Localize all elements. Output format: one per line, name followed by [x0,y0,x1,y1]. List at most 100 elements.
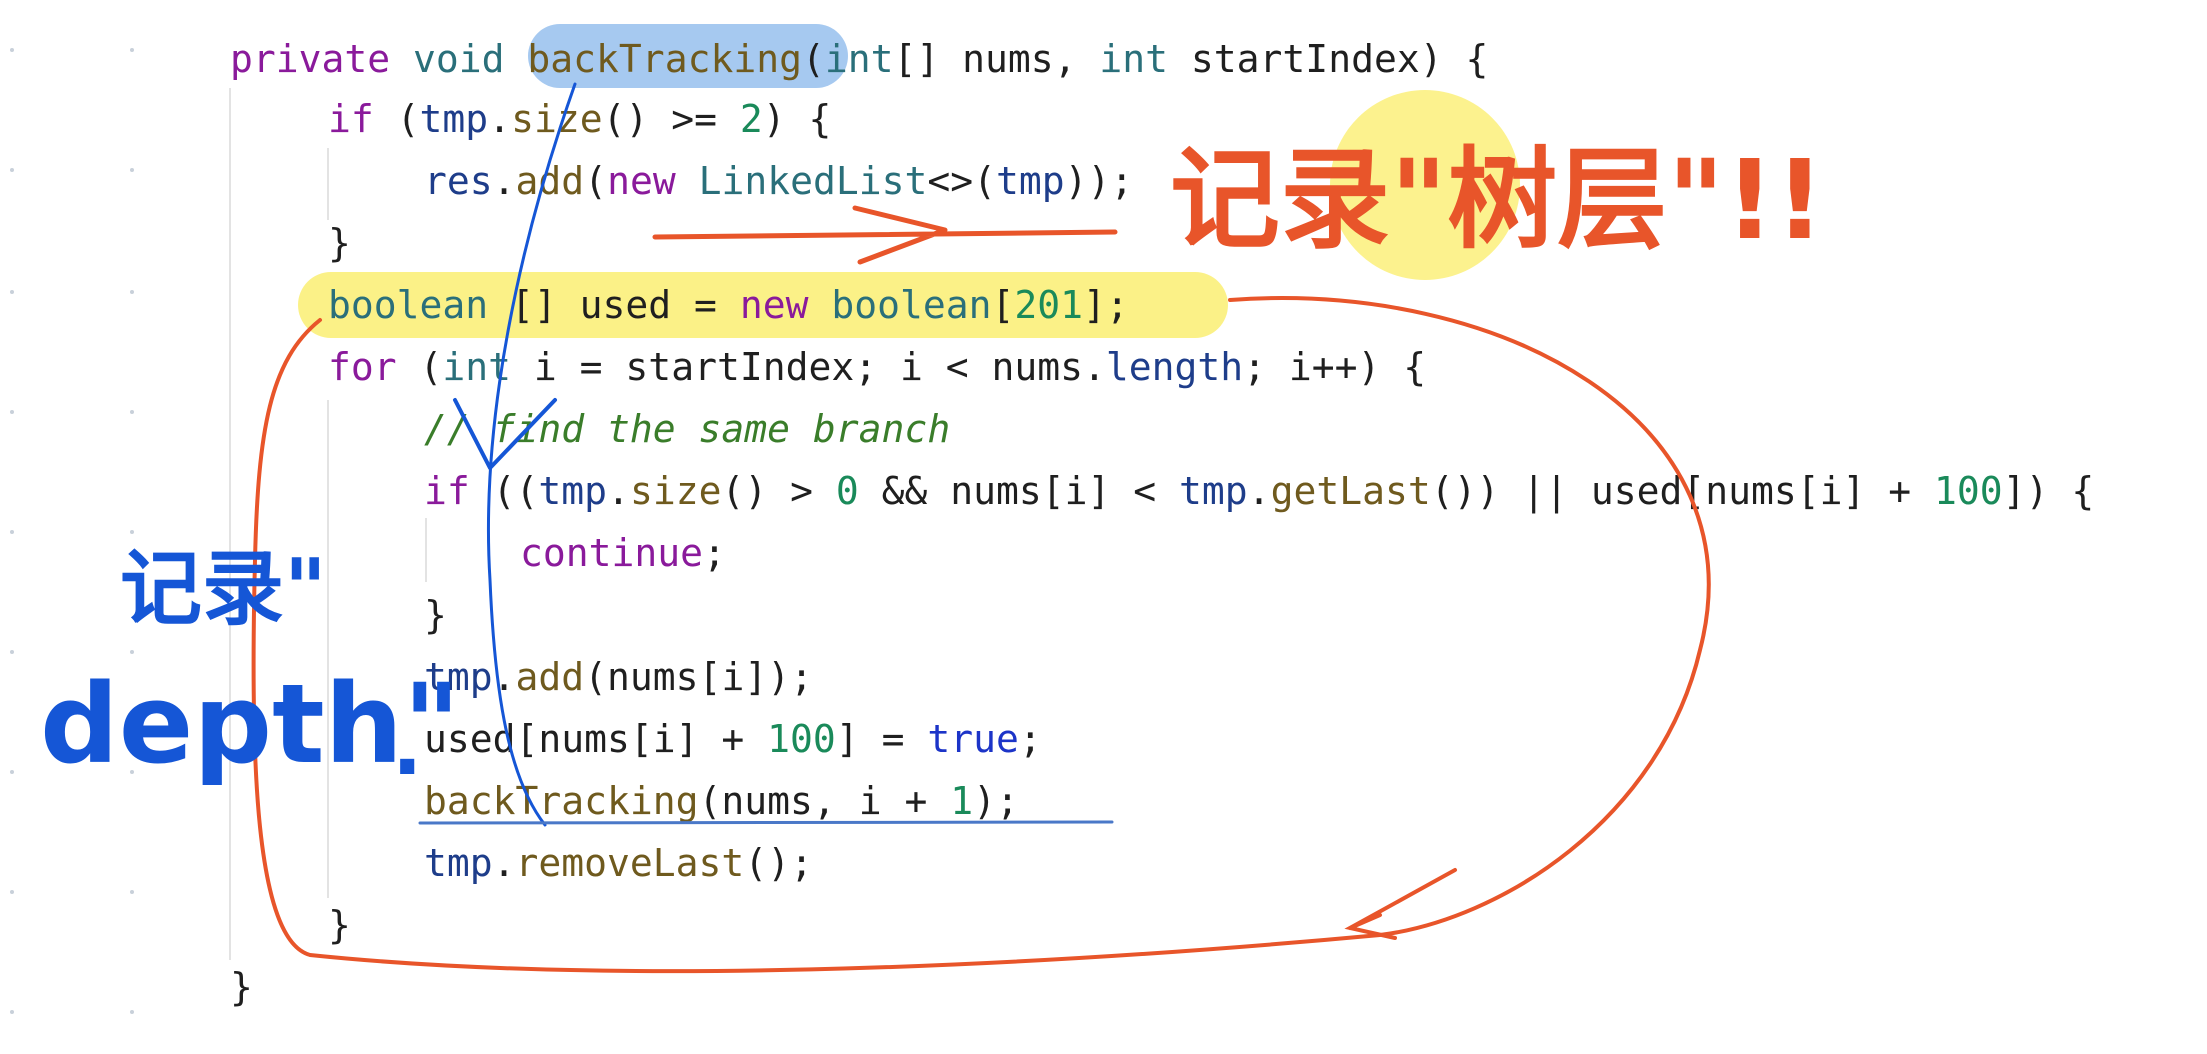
code-line: } [424,584,447,646]
margin-dot [10,650,14,654]
margin-dot [130,1010,134,1014]
annotated-code-screenshot: private void backTracking(int[] nums, in… [0,0,2207,1054]
code-line: res.add(new LinkedList<>(tmp)); [424,150,1133,212]
code-line: continue; [520,522,726,584]
code-token: <>( [927,159,996,203]
code-token: 201 [1014,283,1084,327]
margin-dot [130,650,134,654]
code-token: (); [744,841,813,885]
code-line: boolean [] used = new boolean[201]; [328,274,1129,336]
code-token: true [927,717,1019,761]
code-token: tmp [1179,469,1248,513]
code-token: boolean [328,283,512,327]
indent-guide [327,400,329,898]
code-token: size [511,97,603,141]
code-token: boolean [831,283,992,327]
margin-dot [10,410,14,414]
code-token: add [515,655,585,699]
margin-dot [10,290,14,294]
code-token: ; [703,531,726,575]
code-token: backTracking [424,779,699,823]
code-token: . [488,97,512,141]
code-token: getLast [1270,469,1431,513]
code-token: ( [419,345,443,389]
margin-dot [10,770,14,774]
code-token: removeLast [515,841,745,885]
code-token: backTracking [527,37,802,81]
code-token: tmp [538,469,608,513]
margin-dot [130,48,134,52]
code-token: ()) || used[nums[i] + [1430,469,1935,513]
code-token: [] nums, [893,37,1100,81]
indent-guide [425,518,427,582]
margin-dot [130,168,134,172]
code-token: (nums[i]); [584,655,813,699]
code-token: ( [584,159,608,203]
code-line: if (tmp.size() >= 2) { [328,88,831,150]
code-token: void [413,37,528,81]
code-token: 100 [767,717,836,761]
code-token: && nums[i] < [858,469,1180,513]
code-token: startIndex) { [1190,37,1489,81]
code-token: ; [1018,717,1042,761]
code-token: ) { [762,97,832,141]
code-token: i = startIndex; i < nums. [533,345,1106,389]
indent-guide [327,148,329,220]
code-token: } [328,221,351,265]
margin-dot [130,410,134,414]
code-token: )); [1064,159,1134,203]
code-token: . [607,469,630,513]
margin-dot [130,290,134,294]
code-line: tmp.removeLast(); [424,832,813,894]
code-token: 2 [739,97,763,141]
code-token: LinkedList [698,159,928,203]
code-line: used[nums[i] + 100] = true; [424,708,1042,770]
orange-arrow-stroke [652,205,1118,265]
code-token: add [515,159,585,203]
code-token: ( [801,37,825,81]
code-token: [ [991,283,1015,327]
code-line: backTracking(nums, i + 1); [424,770,1019,832]
code-token: ]; [1083,283,1129,327]
code-token: ]) { [2002,469,2095,513]
code-token: length [1105,345,1244,389]
code-token: size [629,469,722,513]
code-token: continue [520,531,704,575]
code-token: int [824,37,894,81]
code-token: ( [396,97,420,141]
code-token: (nums, i + [698,779,951,823]
margin-dot [10,168,14,172]
code-token: ] = [835,717,928,761]
code-token: } [230,965,253,1009]
margin-dot [130,890,134,894]
margin-dot [10,48,14,52]
code-token: () > [721,469,836,513]
code-token: } [328,903,351,947]
code-token: int [1099,37,1191,81]
code-token: 1 [950,779,974,823]
blue-handwritten-note-line1: 记录" [120,542,327,637]
code-token: int [442,345,534,389]
code-token: ); [973,779,1019,823]
code-token: private [230,37,414,81]
margin-dot [10,1010,14,1014]
code-token: if [424,469,493,513]
code-token: . [1247,469,1271,513]
code-line: for (int i = startIndex; i < nums.length… [328,336,1426,398]
code-line: } [328,894,351,956]
code-token: . [492,841,516,885]
code-token: (( [492,469,539,513]
code-token: new [739,283,832,327]
code-token: } [424,593,447,637]
code-token: . [492,159,516,203]
code-line: private void backTracking(int[] nums, in… [230,28,1488,90]
code-token: () >= [602,97,740,141]
code-token: // find the same branch [424,407,951,451]
margin-dot [10,530,14,534]
code-token: if [328,97,397,141]
code-line: tmp.add(nums[i]); [424,646,813,708]
code-line: } [230,956,253,1018]
code-token: new [607,159,699,203]
code-token: 100 [1934,469,2003,513]
code-token: used[nums[i] + [424,717,768,761]
